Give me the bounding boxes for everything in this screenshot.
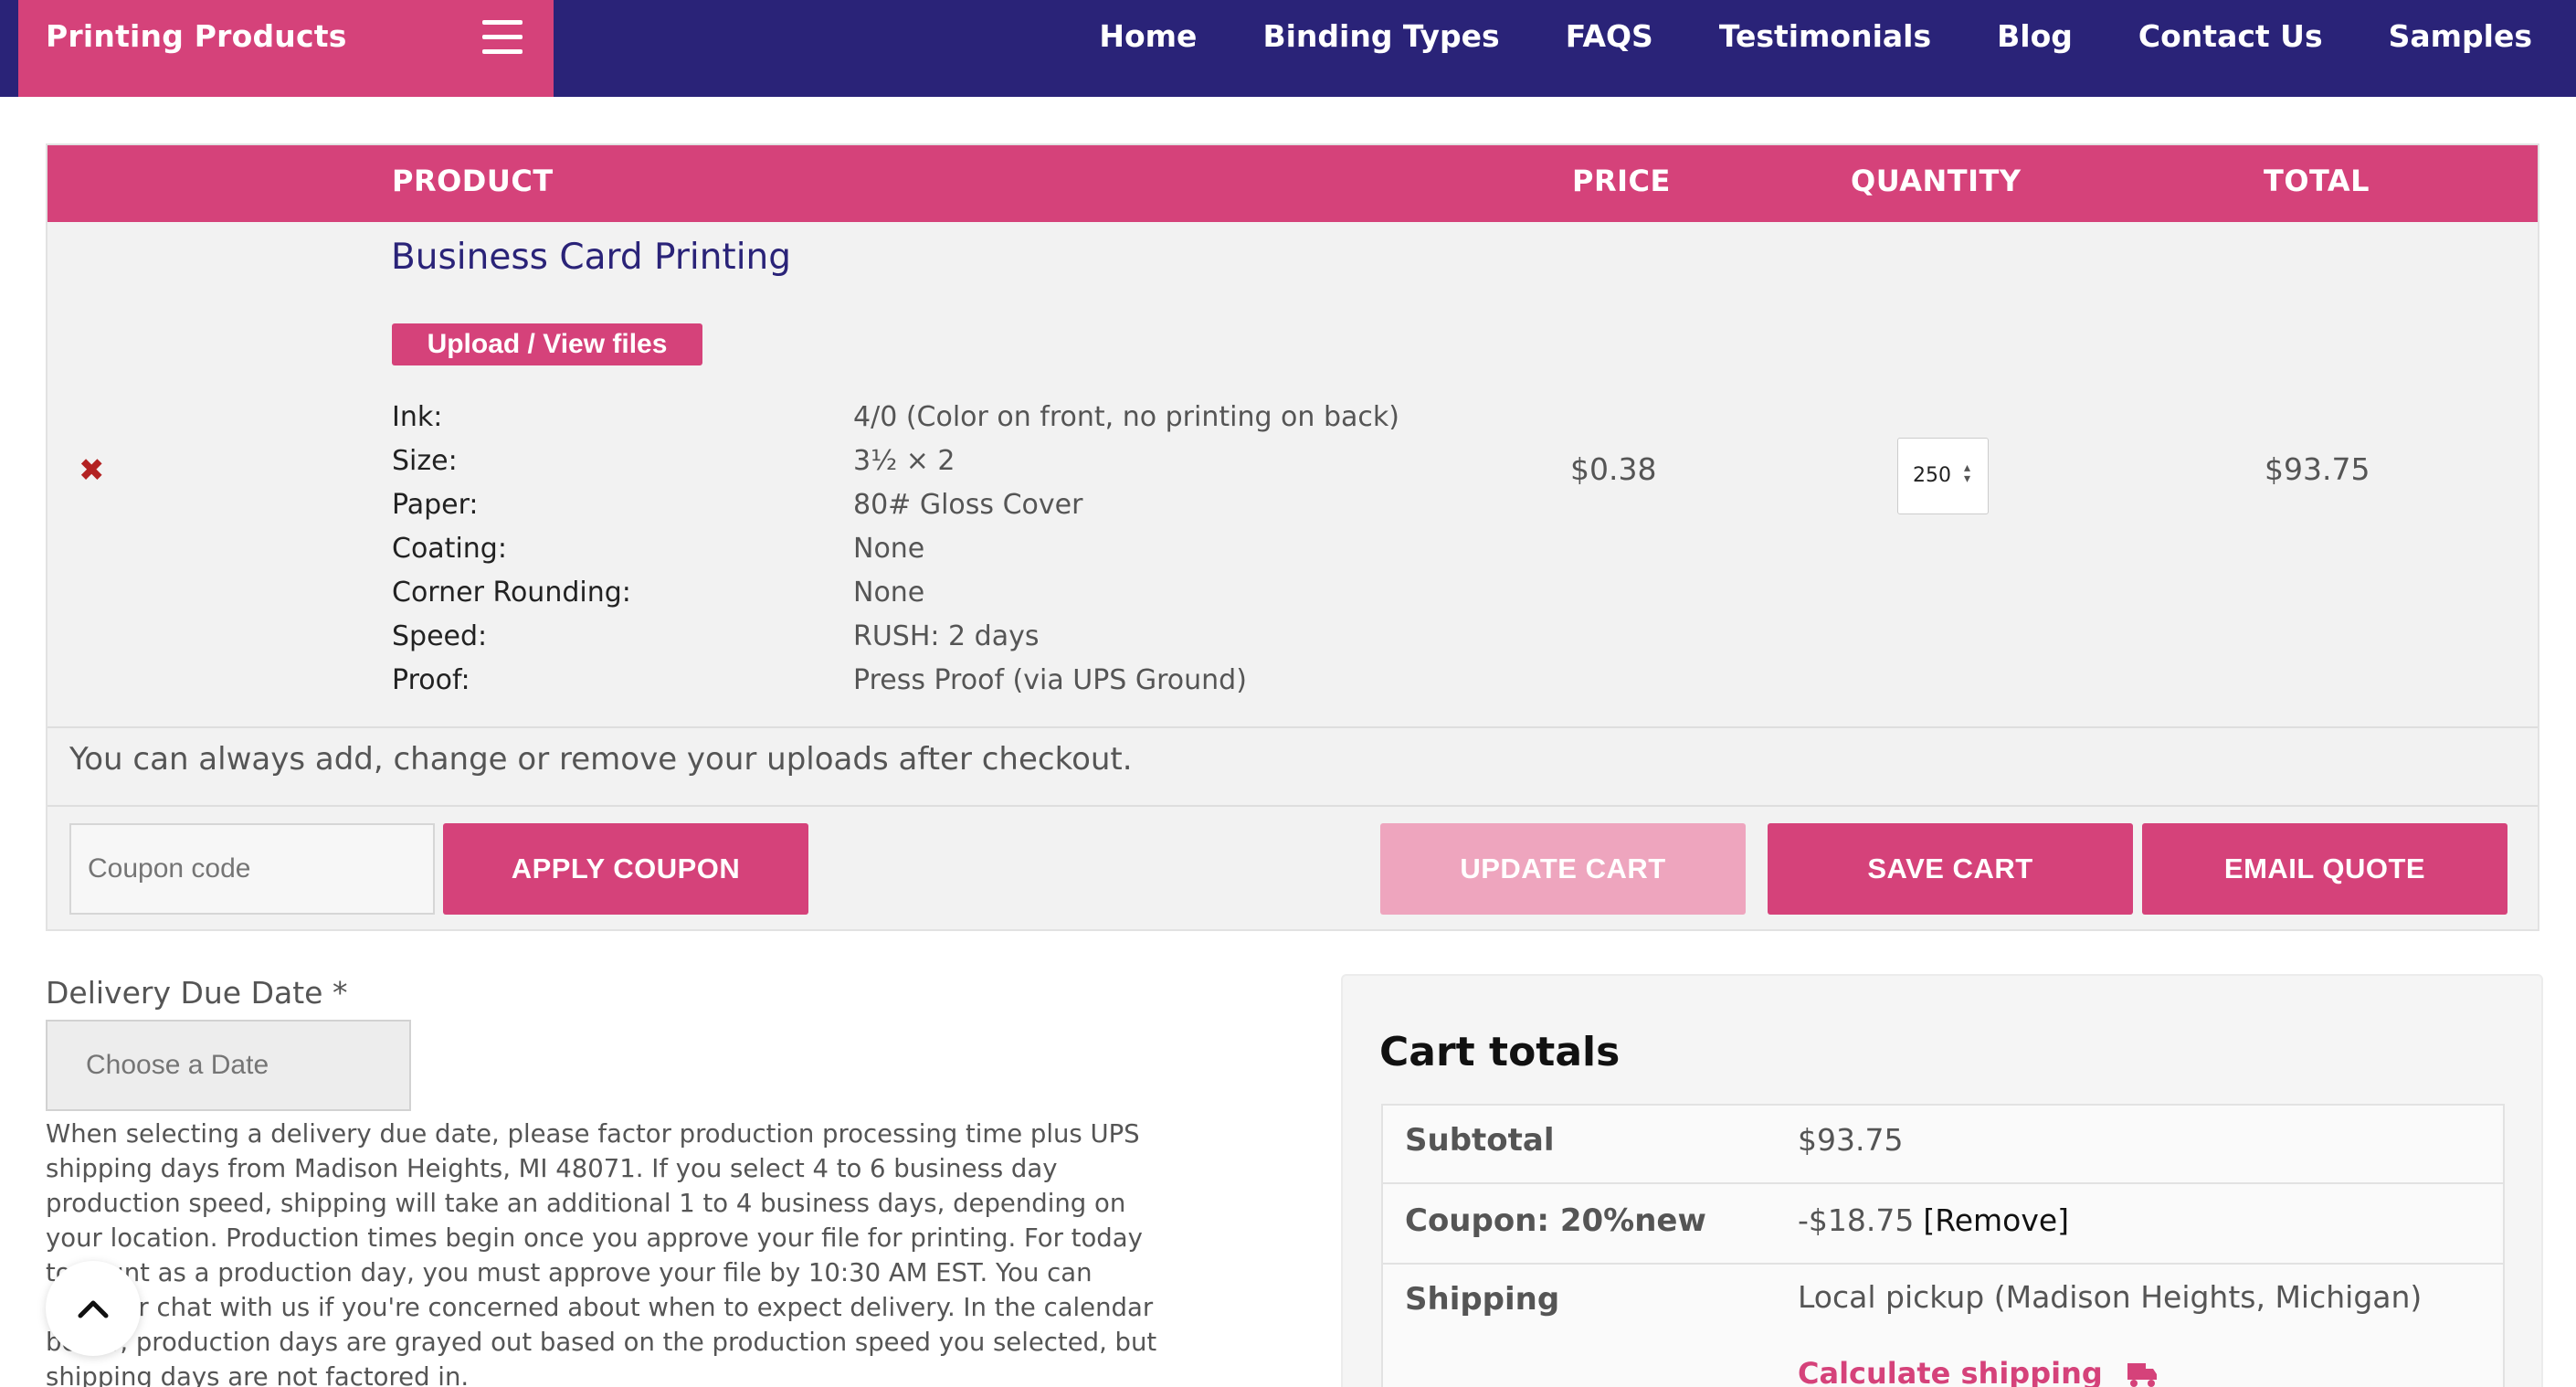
delivery-due-date-label: Delivery Due Date * (46, 975, 348, 1011)
option-value: RUSH: 2 days (853, 620, 1040, 652)
brand-title[interactable]: Printing Products (46, 18, 347, 54)
column-header-total: TOTAL (2264, 164, 2370, 198)
cart-table: PRODUCT PRICE QUANTITY TOTAL ✖ Business … (46, 143, 2539, 931)
cart-totals-panel: Cart totals Subtotal $93.75 Coupon: 20%n… (1341, 974, 2543, 1387)
delivery-date-field[interactable] (46, 1020, 411, 1111)
option-row: Ink: 4/0 (Color on front, no printing on… (392, 401, 1561, 445)
nav-home[interactable]: Home (1099, 18, 1197, 54)
item-price: $0.38 (1570, 451, 1657, 487)
shipping-value: Local pickup (Madison Heights, Michigan) (1798, 1279, 2423, 1315)
truck-icon (2127, 1363, 2157, 1387)
cart-totals-table: Subtotal $93.75 Coupon: 20%new -$18.75 [R… (1381, 1104, 2505, 1387)
option-row: Coating: None (392, 533, 1561, 577)
nav-binding-types[interactable]: Binding Types (1262, 18, 1499, 54)
save-cart-button[interactable]: SAVE CART (1768, 823, 2133, 915)
quantity-stepper[interactable]: 250 ▴ ▾ (1897, 438, 1989, 514)
cart-totals-title: Cart totals (1379, 1029, 1621, 1075)
option-row: Paper: 80# Gloss Cover (392, 489, 1561, 533)
nav-faqs[interactable]: FAQS (1566, 18, 1653, 54)
nav-samples[interactable]: Samples (2389, 18, 2532, 54)
delivery-help-text: When selecting a delivery due date, plea… (46, 1119, 1157, 1387)
nav-contact-us[interactable]: Contact Us (2138, 18, 2323, 54)
chevron-up-icon (78, 1300, 109, 1318)
nav-testimonials[interactable]: Testimonials (1719, 18, 1931, 54)
coupon-row: Coupon: 20%new -$18.75 [Remove] (1383, 1184, 2503, 1265)
shipping-row: Shipping Local pickup (Madison Heights, … (1383, 1265, 2503, 1387)
uploads-note: You can always add, change or remove you… (69, 741, 1133, 778)
nav-blog[interactable]: Blog (1997, 18, 2073, 54)
spinner-arrows-icon[interactable]: ▴ ▾ (1964, 461, 1970, 485)
option-value: None (853, 533, 925, 565)
option-row: Size: 3½ × 2 (392, 445, 1561, 489)
product-options: Ink: 4/0 (Color on front, no printing on… (392, 401, 1561, 708)
subtotal-row: Subtotal $93.75 (1383, 1106, 2503, 1184)
product-name-link[interactable]: Business Card Printing (391, 237, 791, 278)
coupon-label: Coupon: 20%new (1405, 1202, 1706, 1239)
option-row: Corner Rounding: None (392, 577, 1561, 620)
divider (48, 726, 2538, 728)
subtotal-value: $93.75 (1798, 1122, 1904, 1158)
remove-item-icon[interactable]: ✖ (79, 452, 105, 489)
hamburger-menu-icon[interactable] (482, 20, 523, 55)
coupon-discount: -$18.75 (1798, 1202, 1915, 1238)
option-row: Proof: Press Proof (via UPS Ground) (392, 664, 1561, 708)
remove-coupon-link[interactable]: [Remove] (1923, 1202, 2069, 1238)
option-value: 4/0 (Color on front, no printing on back… (853, 401, 1399, 433)
top-navbar: Printing Products Home Binding Types FAQ… (0, 0, 2576, 97)
option-label: Proof: (392, 664, 470, 696)
divider (48, 805, 2538, 807)
email-quote-button[interactable]: EMAIL QUOTE (2142, 823, 2507, 915)
quantity-value[interactable]: 250 (1913, 464, 1951, 487)
option-value: Press Proof (via UPS Ground) (853, 664, 1247, 696)
coupon-value: -$18.75 [Remove] (1798, 1202, 2069, 1238)
scroll-to-top-button[interactable] (46, 1261, 141, 1356)
option-label: Coating: (392, 533, 507, 565)
subtotal-label: Subtotal (1405, 1122, 1555, 1159)
brand-block: Printing Products (18, 0, 554, 97)
option-label: Paper: (392, 489, 479, 521)
column-header-price: PRICE (1572, 164, 1671, 198)
option-value: 80# Gloss Cover (853, 489, 1083, 521)
cart-table-header: PRODUCT PRICE QUANTITY TOTAL (48, 145, 2538, 222)
option-label: Speed: (392, 620, 488, 652)
apply-coupon-button[interactable]: APPLY COUPON (443, 823, 808, 915)
option-label: Ink: (392, 401, 443, 433)
option-label: Corner Rounding: (392, 577, 631, 609)
upload-view-files-button[interactable]: Upload / View files (392, 323, 702, 365)
update-cart-button[interactable]: UPDATE CART (1380, 823, 1746, 915)
option-label: Size: (392, 445, 458, 477)
calculate-shipping-link[interactable]: Calculate shipping (1798, 1356, 2159, 1387)
option-row: Speed: RUSH: 2 days (392, 620, 1561, 664)
item-total: $93.75 (2265, 451, 2370, 487)
column-header-product: PRODUCT (392, 164, 554, 198)
option-value: 3½ × 2 (853, 445, 955, 477)
shipping-label: Shipping (1405, 1281, 1560, 1318)
coupon-code-input[interactable] (69, 823, 435, 915)
option-value: None (853, 577, 925, 609)
calculate-shipping-label[interactable]: Calculate shipping (1798, 1356, 2103, 1387)
main-nav: Home Binding Types FAQS Testimonials Blo… (1033, 18, 2532, 54)
column-header-quantity: QUANTITY (1851, 164, 2022, 198)
